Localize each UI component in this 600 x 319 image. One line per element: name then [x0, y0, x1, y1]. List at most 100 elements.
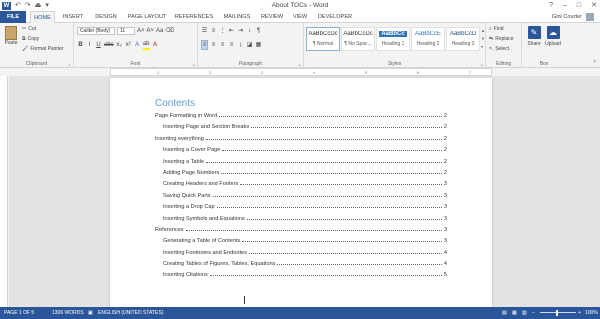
sort-icon[interactable]: ↕ — [246, 27, 253, 35]
maximize-icon[interactable]: □ — [577, 0, 581, 11]
dialog-launcher-icon[interactable]: ↘ — [298, 62, 301, 67]
tab-developer[interactable]: DEVELOPER — [316, 11, 354, 23]
select-button[interactable]: ↖ Select — [489, 46, 509, 52]
underline-icon[interactable]: U — [95, 41, 102, 49]
find-button[interactable]: ⌕ Find — [489, 26, 504, 32]
help-icon[interactable]: ? — [549, 0, 553, 11]
style-normal[interactable]: AaBbCcDc ¶ Normal — [306, 27, 340, 51]
align-center-icon[interactable]: ≡ — [210, 41, 217, 49]
justify-icon[interactable]: ≡ — [228, 41, 235, 49]
dialog-launcher-icon[interactable]: ↘ — [192, 62, 195, 67]
clear-formatting-icon[interactable]: ⌫ — [165, 27, 173, 35]
toc-entry[interactable]: Inserting a Table 2 — [155, 158, 447, 169]
web-layout-icon[interactable]: ▥ — [522, 307, 527, 319]
toc-entry[interactable]: Page Formatting in Word 2 — [155, 112, 447, 123]
language-status[interactable]: ENGLISH (UNITED STATES) — [98, 307, 163, 319]
close-icon[interactable]: ✕ — [591, 0, 597, 11]
zoom-level[interactable]: 100% — [585, 307, 598, 319]
italic-icon[interactable]: I — [86, 41, 93, 49]
format-painter-button[interactable]: 🖌 Format Painter — [22, 46, 63, 52]
toc-entry[interactable]: Inserting Citations 5 — [155, 271, 447, 282]
tab-view[interactable]: VIEW — [290, 11, 310, 23]
subscript-icon[interactable]: x₂ — [116, 41, 123, 49]
dialog-launcher-icon[interactable]: ↘ — [480, 62, 483, 67]
font-size-combo[interactable]: 11 — [117, 27, 135, 35]
strikethrough-icon[interactable]: abc — [104, 41, 114, 49]
decrease-indent-icon[interactable]: ⇤ — [228, 27, 235, 35]
text-effects-icon[interactable]: A — [134, 41, 141, 49]
minimize-icon[interactable]: – — [563, 0, 567, 11]
zoom-slider-thumb[interactable] — [556, 310, 558, 316]
vertical-ruler[interactable] — [0, 76, 8, 307]
toc-entry[interactable]: Adding Page Numbers 2 — [155, 169, 447, 180]
tab-design[interactable]: DESIGN — [92, 11, 120, 23]
tab-review[interactable]: REVIEW — [259, 11, 285, 23]
dialog-launcher-icon[interactable]: ↘ — [68, 62, 71, 67]
style-no-spacing[interactable]: AaBbCcDc ¶ No Spac... — [341, 27, 375, 51]
multilevel-list-icon[interactable]: ⋮ — [219, 27, 226, 35]
user-name[interactable]: Gini Courter — [552, 11, 582, 23]
zoom-out-icon[interactable]: − — [532, 307, 535, 319]
shrink-font-icon[interactable]: A˅ — [147, 27, 155, 35]
horizontal-ruler[interactable]: 1 2 3 4 5 6 7 — [110, 68, 492, 76]
copy-button[interactable]: ⧉ Copy — [22, 36, 39, 42]
toc-entry[interactable]: Inserting a Cover Page 2 — [155, 146, 447, 157]
tab-file[interactable]: FILE — [0, 11, 26, 23]
numbering-icon[interactable]: ≡ — [210, 27, 217, 35]
tab-insert[interactable]: INSERT — [60, 11, 86, 23]
toc-entry[interactable]: Creating Tables of Figures, Tables, Equa… — [155, 260, 447, 271]
zoom-in-icon[interactable]: + — [578, 307, 581, 319]
print-layout-icon[interactable]: ▦ — [512, 307, 517, 319]
bullets-icon[interactable]: ☰ — [201, 27, 208, 35]
align-left-icon[interactable]: ≡ — [201, 40, 208, 50]
shading-icon[interactable]: ◪ — [246, 41, 253, 49]
word-count[interactable]: 1306 WORDS — [52, 307, 84, 319]
style-heading-2[interactable]: AaBbCcE Heading 2 — [411, 27, 445, 51]
proofing-icon[interactable]: ▣ — [88, 307, 93, 319]
document-page[interactable]: Contents Page Formatting in Word 2 Inserti… — [110, 78, 492, 318]
table-of-contents[interactable]: Page Formatting in Word 2 Inserting Page a… — [155, 112, 447, 283]
tab-references[interactable]: REFERENCES — [174, 11, 214, 23]
grow-font-icon[interactable]: A˄ — [137, 27, 145, 35]
toc-entry[interactable]: Inserting Symbols and Equations 3 — [155, 215, 447, 226]
line-spacing-icon[interactable]: ↨ — [237, 41, 244, 49]
toc-entry[interactable]: Inserting Page and Section Breaks 2 — [155, 123, 447, 134]
borders-icon[interactable]: ▦ — [255, 41, 262, 49]
toc-page-number: 3 — [443, 215, 447, 222]
toc-entry[interactable]: Generating a Table of Contents 3 — [155, 237, 447, 248]
toc-entry[interactable]: Inserting Footnotes and Endnotes 4 — [155, 249, 447, 260]
collapse-ribbon-icon[interactable]: ˄ — [593, 59, 596, 65]
tab-mailings[interactable]: MAILINGS — [220, 11, 254, 23]
increase-indent-icon[interactable]: ⇥ — [237, 27, 244, 35]
styles-scroll[interactable]: ▲ ▼ ▾ — [481, 27, 485, 51]
show-formatting-icon[interactable]: ¶ — [255, 27, 262, 35]
toc-entry[interactable]: Inserting everything 2 — [155, 135, 447, 146]
zoom-slider[interactable] — [540, 312, 576, 313]
avatar[interactable] — [586, 13, 594, 21]
font-color-icon[interactable]: A — [152, 41, 159, 49]
toc-entry[interactable]: Saving Quick Parts 3 — [155, 192, 447, 203]
superscript-icon[interactable]: x² — [125, 41, 132, 49]
change-case-icon[interactable]: Aa — [156, 27, 163, 35]
clipboard-group-label: Clipboard — [25, 61, 48, 67]
toc-entry-text: Inserting a Drop Cap — [163, 204, 215, 211]
highlight-icon[interactable]: ab — [142, 40, 150, 50]
tab-page-layout[interactable]: PAGE LAYOUT — [126, 11, 168, 23]
paste-button[interactable]: Paste — [3, 26, 19, 46]
font-name-combo[interactable]: Calibri (Body) — [77, 27, 115, 35]
align-right-icon[interactable]: ≡ — [219, 41, 226, 49]
bold-icon[interactable]: B — [77, 41, 84, 49]
style-heading-1[interactable]: AaBbCc Heading 1 — [376, 27, 410, 51]
toc-title[interactable]: Contents — [155, 98, 195, 109]
style-heading-3[interactable]: AaBbCcD Heading 3 — [446, 27, 480, 51]
cut-button[interactable]: ✂ Cut — [22, 26, 36, 32]
toc-entry[interactable]: Inserting a Drop Cap 3 — [155, 203, 447, 214]
toc-entry[interactable]: References 3 — [155, 226, 447, 237]
replace-button[interactable]: ⇆ Replace — [489, 36, 514, 42]
read-mode-icon[interactable]: ▤ — [502, 307, 507, 319]
page-count[interactable]: PAGE 1 OF 5 — [4, 307, 34, 319]
toc-leader-dots — [242, 237, 442, 243]
upload-button[interactable]: ☁ Upload — [544, 26, 562, 47]
share-button[interactable]: ✎ Share — [525, 26, 543, 47]
toc-entry[interactable]: Creating Headers and Footers 3 — [155, 180, 447, 191]
